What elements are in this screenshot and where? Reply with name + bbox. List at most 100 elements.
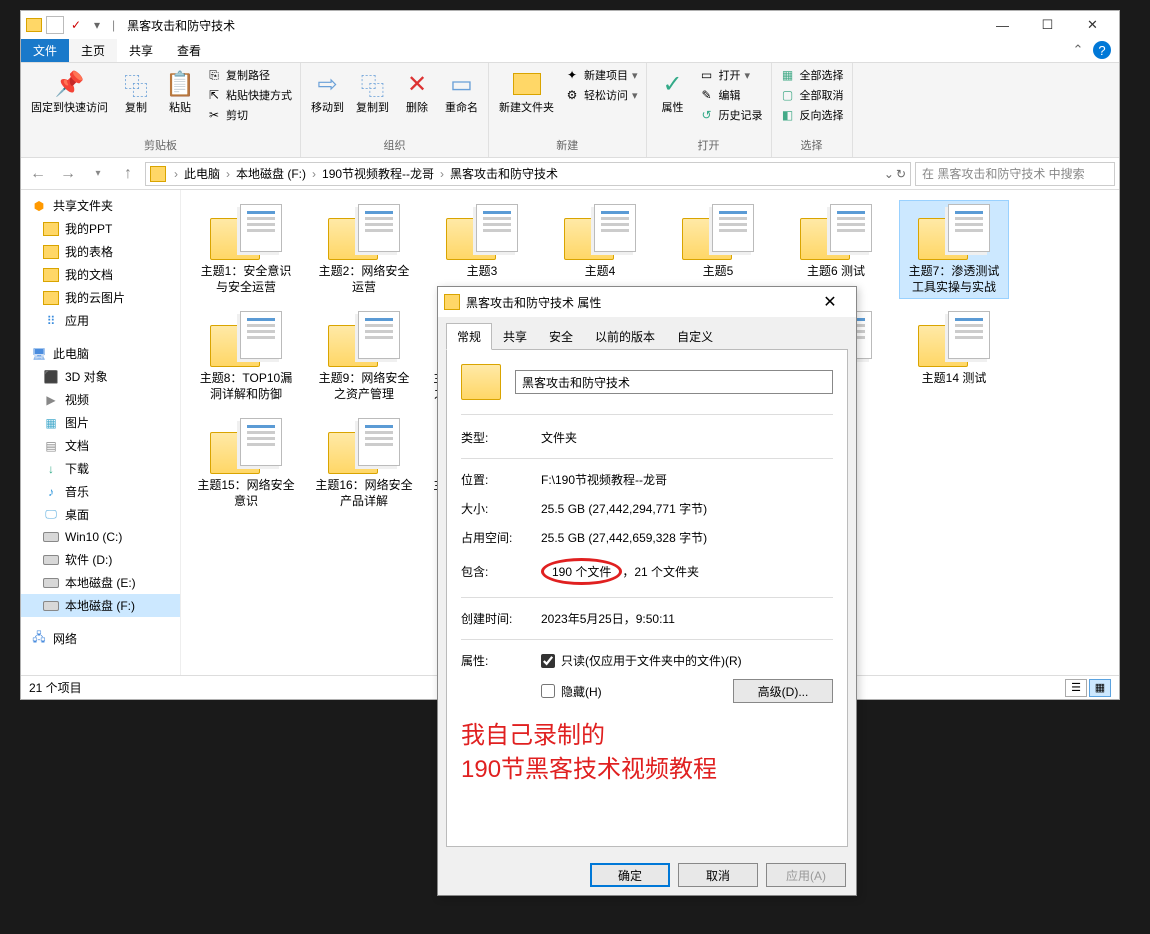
moveto-button[interactable]: ⇨移动到 <box>307 66 348 117</box>
nav-quick-header[interactable]: ⬢共享文件夹 <box>21 194 180 217</box>
nav-item[interactable]: 我的文档 <box>21 263 180 286</box>
cancel-button[interactable]: 取消 <box>678 863 758 887</box>
nav-item[interactable]: ⬛3D 对象 <box>21 365 180 388</box>
nav-recent-button[interactable]: ▾ <box>85 161 111 187</box>
folder-item[interactable]: 主题1：安全意识与安全运营 <box>191 200 301 299</box>
breadcrumb-item[interactable]: 黑客攻击和防守技术 <box>446 165 562 182</box>
document-icon: ▤ <box>43 438 59 454</box>
copy-button[interactable]: ⿻复制 <box>116 66 156 117</box>
ptab-general[interactable]: 常规 <box>446 323 492 350</box>
nav-item[interactable]: Win10 (C:) <box>21 526 180 548</box>
nav-item[interactable]: 软件 (D:) <box>21 548 180 571</box>
easyaccess-button[interactable]: ⚙轻松访问▾ <box>562 86 640 104</box>
nav-pc-header[interactable]: 🖥此电脑 <box>21 342 180 365</box>
nav-item[interactable]: 我的云图片 <box>21 286 180 309</box>
apps-icon: ⠿ <box>43 313 59 329</box>
minimize-button[interactable]: — <box>980 11 1025 39</box>
maximize-button[interactable]: ☐ <box>1025 11 1070 39</box>
folder-icon <box>461 364 501 400</box>
ptab-security[interactable]: 安全 <box>538 323 584 350</box>
folder-thumbnail-icon <box>210 204 282 260</box>
breadcrumb-dropdown-icon[interactable]: ⌄ <box>884 167 894 181</box>
breadcrumb-refresh-icon[interactable]: ↻ <box>896 167 906 181</box>
pin-button[interactable]: 📌固定到快速访问 <box>27 66 112 117</box>
help-icon[interactable]: ? <box>1093 41 1111 59</box>
nav-item[interactable]: ▦图片 <box>21 411 180 434</box>
folder-item[interactable]: 主题5 <box>663 200 773 299</box>
tab-view[interactable]: 查看 <box>165 39 213 62</box>
folder-item[interactable]: 主题4 <box>545 200 655 299</box>
icons-view-button[interactable]: ▦ <box>1089 679 1111 697</box>
folder-item[interactable]: 主题2：网络安全运营 <box>309 200 419 299</box>
ptab-prev[interactable]: 以前的版本 <box>584 323 666 350</box>
selectall-button[interactable]: ▦全部选择 <box>778 66 846 84</box>
tab-file[interactable]: 文件 <box>21 39 69 62</box>
ptab-share[interactable]: 共享 <box>492 323 538 350</box>
edit-button[interactable]: ✎编辑 <box>697 86 765 104</box>
ok-button[interactable]: 确定 <box>590 863 670 887</box>
qat-dropdown-icon[interactable]: ▾ <box>88 16 106 34</box>
details-view-button[interactable]: ☰ <box>1065 679 1087 697</box>
history-button[interactable]: ↺历史记录 <box>697 106 765 124</box>
nav-back-button[interactable]: ← <box>25 161 51 187</box>
drive-icon <box>43 598 59 614</box>
selectnone-button[interactable]: ▢全部取消 <box>778 86 846 104</box>
properties-close-button[interactable]: ✕ <box>810 288 850 316</box>
nav-item[interactable]: ▶视频 <box>21 388 180 411</box>
qat-check-icon[interactable]: ✓ <box>67 16 85 34</box>
nav-item[interactable]: ▤文档 <box>21 434 180 457</box>
copy-path-button[interactable]: ⎘复制路径 <box>204 66 294 84</box>
folder-item[interactable]: 主题6 测试 <box>781 200 891 299</box>
selectall-icon: ▦ <box>780 67 796 83</box>
invert-button[interactable]: ◧反向选择 <box>778 106 846 124</box>
apply-button[interactable]: 应用(A) <box>766 863 846 887</box>
search-input[interactable]: 在 黑客攻击和防守技术 中搜索 <box>915 162 1115 186</box>
tab-share[interactable]: 共享 <box>117 39 165 62</box>
folder-item[interactable]: 主题3 <box>427 200 537 299</box>
folder-item[interactable]: 主题16：网络安全产品详解 <box>309 414 419 513</box>
readonly-checkbox[interactable]: 只读(仅应用于文件夹中的文件)(R) <box>541 652 833 669</box>
folder-item[interactable]: 主题7：渗透测试工具实操与实战 <box>899 200 1009 299</box>
address-bar: ← → ▾ ↑ › 此电脑› 本地磁盘 (F:)› 190节视频教程--龙哥› … <box>21 158 1119 190</box>
breadcrumb-item[interactable]: 此电脑 <box>180 165 224 182</box>
nav-up-button[interactable]: ↑ <box>115 161 141 187</box>
folder-item[interactable]: 主题15：网络安全意识 <box>191 414 301 513</box>
rename-button[interactable]: ▭重命名 <box>441 66 482 117</box>
folder-item[interactable]: 主题8：TOP10漏洞详解和防御 <box>191 307 301 406</box>
delete-button[interactable]: ✕删除 <box>397 66 437 117</box>
nav-item[interactable]: 🖵桌面 <box>21 503 180 526</box>
folder-item[interactable]: 主题14 测试 <box>899 307 1009 406</box>
cut-button[interactable]: ✂剪切 <box>204 106 294 124</box>
close-button[interactable]: ✕ <box>1070 11 1115 39</box>
advanced-button[interactable]: 高级(D)... <box>733 679 833 703</box>
nav-forward-button[interactable]: → <box>55 161 81 187</box>
ribbon-expand-icon[interactable]: ⌃ <box>1069 41 1087 59</box>
nav-network[interactable]: 🖧网络 <box>21 627 180 650</box>
breadcrumb[interactable]: › 此电脑› 本地磁盘 (F:)› 190节视频教程--龙哥› 黑客攻击和防守技… <box>145 162 911 186</box>
nav-item[interactable]: 本地磁盘 (E:) <box>21 571 180 594</box>
open-button[interactable]: ▭打开▾ <box>697 66 765 84</box>
breadcrumb-item[interactable]: 本地磁盘 (F:) <box>232 165 310 182</box>
newitem-button[interactable]: ✦新建项目▾ <box>562 66 640 84</box>
properties-button[interactable]: ✓属性 <box>653 66 693 117</box>
nav-item[interactable]: ♪音乐 <box>21 480 180 503</box>
path-icon: ⎘ <box>206 67 222 83</box>
properties-buttons: 确定 取消 应用(A) <box>438 855 856 895</box>
nav-item[interactable]: 我的PPT <box>21 217 180 240</box>
newfolder-button[interactable]: 新建文件夹 <box>495 66 558 117</box>
paste-shortcut-button[interactable]: ⇱粘贴快捷方式 <box>204 86 294 104</box>
folder-name-input[interactable] <box>515 370 833 394</box>
folder-item[interactable]: 主题9：网络安全之资产管理 <box>309 307 419 406</box>
qat-placeholder-icon[interactable] <box>46 16 64 34</box>
easyaccess-icon: ⚙ <box>564 87 580 103</box>
breadcrumb-item[interactable]: 190节视频教程--龙哥 <box>318 165 438 182</box>
nav-item[interactable]: ↓下载 <box>21 457 180 480</box>
copyto-button[interactable]: ⿻复制到 <box>352 66 393 117</box>
nav-item[interactable]: 我的表格 <box>21 240 180 263</box>
tab-home[interactable]: 主页 <box>69 39 117 62</box>
nav-item[interactable]: ⠿应用 <box>21 309 180 332</box>
nav-item-current[interactable]: 本地磁盘 (F:) <box>21 594 180 617</box>
paste-button[interactable]: 📋粘贴 <box>160 66 200 117</box>
hidden-checkbox[interactable]: 隐藏(H) <box>541 683 602 700</box>
ptab-custom[interactable]: 自定义 <box>666 323 724 350</box>
